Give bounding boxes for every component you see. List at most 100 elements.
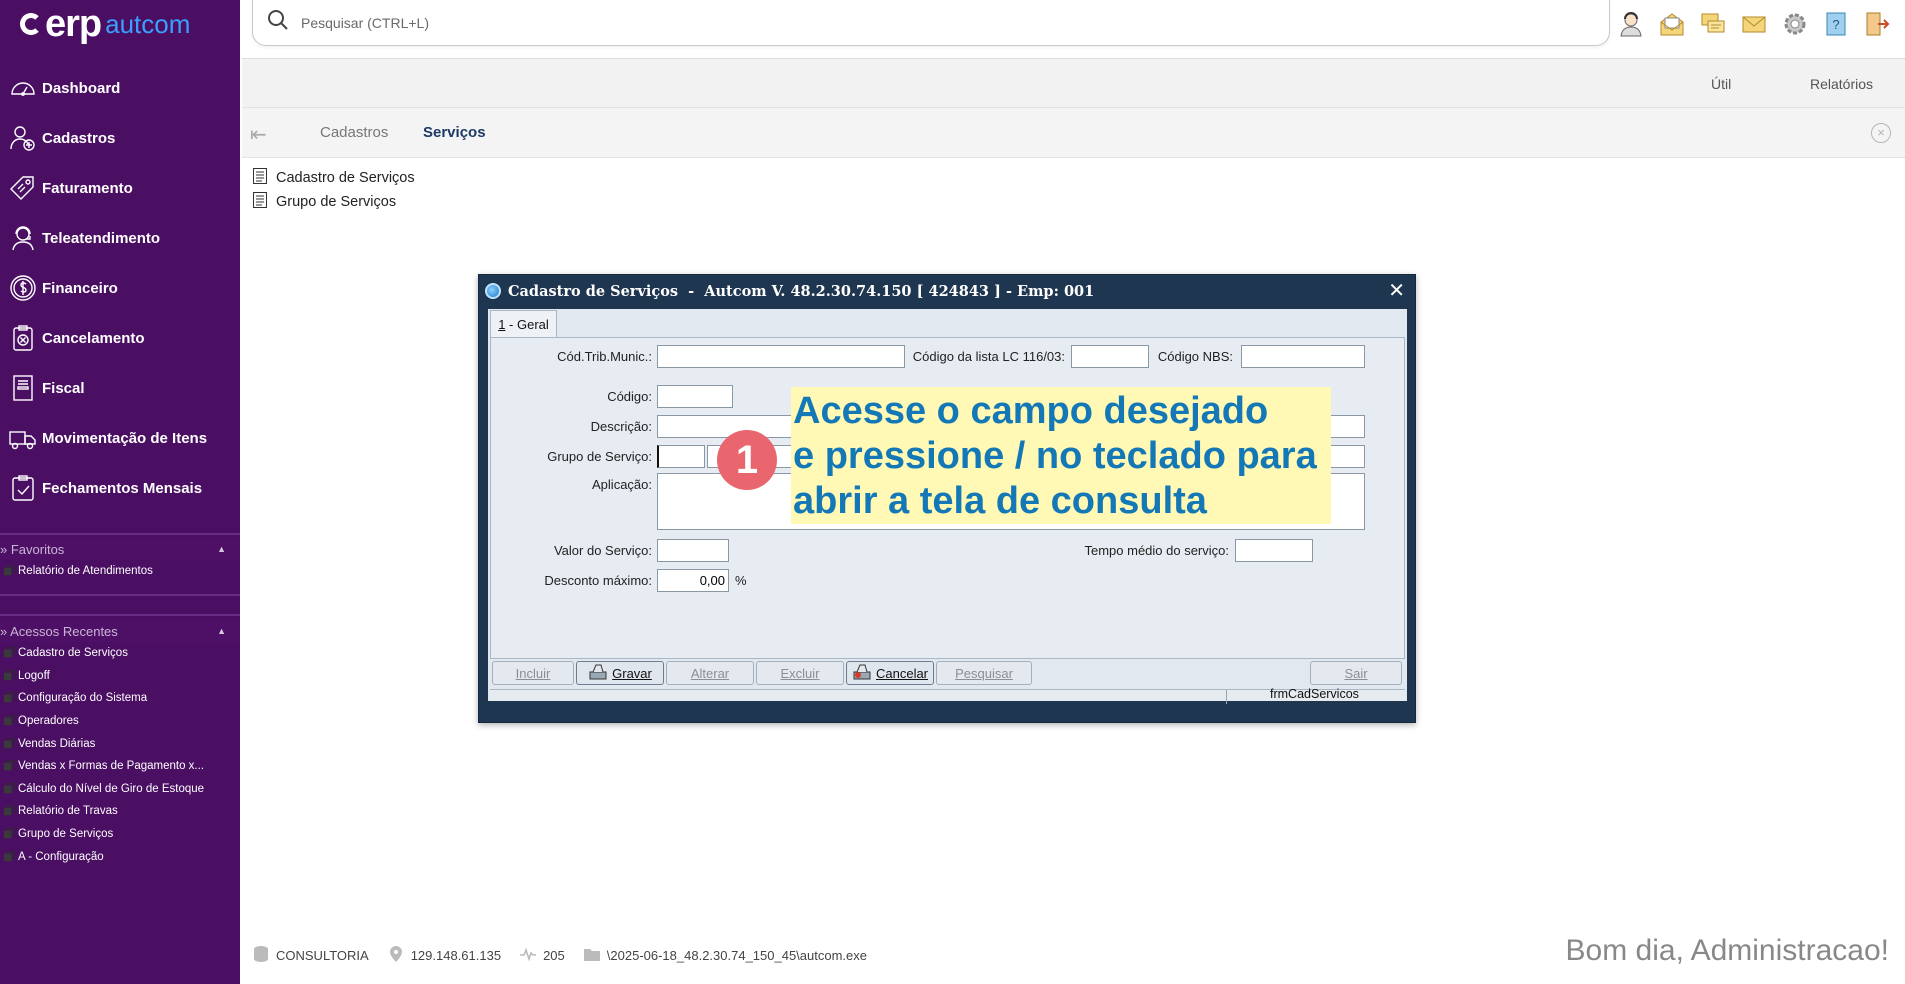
tab-geral[interactable]: 1 - Geral <box>490 310 557 337</box>
status-divider <box>1226 690 1227 704</box>
document-icon <box>8 373 38 403</box>
search-icon <box>267 9 289 36</box>
sidebar-item-teleatendimento[interactable]: Teleatendimento <box>0 213 240 263</box>
sidebar-divider <box>0 614 240 616</box>
cancelar-button[interactable]: Cancelar <box>846 661 934 685</box>
save-icon <box>588 663 612 684</box>
list-item[interactable]: Configuração do Sistema <box>0 687 240 710</box>
list-item[interactable]: Cálculo do Nível de Giro de Estoque <box>0 778 240 801</box>
descricao-label: Descrição: <box>590 419 652 434</box>
sidebar-item-label: Teleatendimento <box>42 229 161 247</box>
menu-util[interactable]: Útil <box>1711 76 1731 92</box>
list-item[interactable]: Logoff <box>0 665 240 688</box>
headset-icon <box>8 223 38 253</box>
button-label: Cancelar <box>875 665 929 681</box>
cod-trib-field[interactable] <box>657 345 905 368</box>
help-icon[interactable]: ? <box>1820 8 1852 40</box>
sidebar-item-label: Fiscal <box>42 379 85 397</box>
percent-label: % <box>735 573 747 588</box>
top-toolbar: ? <box>1615 8 1893 40</box>
menu-relatorios[interactable]: Relatórios <box>1810 76 1873 92</box>
mail-open-icon[interactable] <box>1656 8 1688 40</box>
list-item[interactable]: Grupo de Serviços <box>0 823 240 846</box>
list-item[interactable]: Operadores <box>0 710 240 733</box>
recent-list: Cadastro de Serviços Logoff Configuração d… <box>0 642 240 868</box>
envelope-icon[interactable] <box>1738 8 1770 40</box>
desconto-field[interactable] <box>657 569 729 592</box>
list-item[interactable]: Relatório de Travas <box>0 800 240 823</box>
back-arrow-icon[interactable]: ⇤ <box>250 122 267 147</box>
module-list: Cadastro de Serviços Grupo de Serviços <box>252 166 415 214</box>
list-item[interactable]: Grupo de Serviços <box>252 190 415 214</box>
document-icon <box>252 167 276 189</box>
nbs-field[interactable] <box>1241 345 1365 368</box>
list-item[interactable]: Vendas Diárias <box>0 732 240 755</box>
list-item-label: Cadastro de Serviços <box>18 647 128 660</box>
list-item[interactable]: Relatório de Atendimentos <box>0 560 240 583</box>
sair-button[interactable]: Sair <box>1310 661 1402 685</box>
recent-section: » Acessos Recentes ▲ Cadastro de Serviço… <box>0 620 240 868</box>
sidebar-item-movimentacao[interactable]: Movimentação de Itens <box>0 413 240 463</box>
sidebar-item-label: Movimentação de Itens <box>42 429 208 447</box>
dollar-icon <box>8 273 38 303</box>
incluir-button[interactable]: Incluir <box>492 661 574 685</box>
sidebar: erp autcom Dashboard Cadastros Faturamen… <box>0 0 240 984</box>
global-search-bar[interactable] <box>252 0 1610 46</box>
favorites-section: » Favoritos ▲ Relatório de Atendimentos <box>0 538 240 583</box>
sidebar-item-fiscal[interactable]: Fiscal <box>0 363 240 413</box>
alterar-button[interactable]: Alterar <box>666 661 754 685</box>
collapse-arrow-icon[interactable]: ▲ <box>217 544 226 554</box>
dialog-button-bar: Incluir Gravar Alterar Excluir Cancelar … <box>490 659 1405 687</box>
collapse-arrow-icon[interactable]: ▲ <box>217 626 226 636</box>
close-icon[interactable]: × <box>1871 123 1891 143</box>
excluir-button[interactable]: Excluir <box>756 661 844 685</box>
cancel-icon <box>852 663 876 684</box>
list-item[interactable]: Cadastro de Serviços <box>0 642 240 665</box>
settings-icon[interactable] <box>1779 8 1811 40</box>
erp-autcom-logo[interactable]: erp autcom <box>20 4 190 44</box>
favorites-header[interactable]: » Favoritos ▲ <box>0 538 240 560</box>
sidebar-item-label: Dashboard <box>42 79 121 97</box>
document-icon <box>252 191 276 213</box>
logo-mark-icon <box>20 13 42 35</box>
svg-text:?: ? <box>1832 17 1839 32</box>
list-item-label: Grupo de Serviços <box>18 828 114 841</box>
button-label: Sair <box>1344 665 1368 681</box>
codigo-field[interactable] <box>657 385 733 408</box>
operator-icon[interactable] <box>1615 8 1647 40</box>
list-item[interactable]: Vendas x Formas de Pagamento x... <box>0 755 240 778</box>
tempo-field[interactable] <box>1235 539 1313 562</box>
shortcut-icon <box>2 669 16 683</box>
search-input[interactable] <box>301 14 1201 31</box>
pesquisar-button[interactable]: Pesquisar <box>936 661 1032 685</box>
list-item[interactable]: A - Configuração <box>0 845 240 868</box>
button-label: Incluir <box>515 665 551 681</box>
list-item-label: A - Configuração <box>18 850 104 863</box>
sidebar-item-financeiro[interactable]: Financeiro <box>0 263 240 313</box>
list-item-label: Logoff <box>18 669 50 682</box>
gravar-button[interactable]: Gravar <box>576 661 664 685</box>
callout-line: abrir a tela de consulta <box>793 480 1207 522</box>
list-item[interactable]: Cadastro de Serviços <box>252 166 415 190</box>
sidebar-item-label: Financeiro <box>42 279 118 297</box>
valor-field[interactable] <box>657 539 729 562</box>
callout-text: Acesse o campo desejado e pressione / no… <box>793 389 1317 524</box>
dialog-titlebar[interactable]: Cadastro de Serviços - Autcom V. 48.2.30… <box>479 275 1415 307</box>
exit-icon[interactable] <box>1861 8 1893 40</box>
greeting-text: Bom dia, Administracao! <box>1565 934 1889 967</box>
lc116-field[interactable] <box>1071 345 1149 368</box>
grupo-code-field[interactable] <box>657 445 705 468</box>
status-ping-text: 205 <box>543 947 565 963</box>
sidebar-item-faturamento[interactable]: Faturamento <box>0 163 240 213</box>
sidebar-item-fechamentos[interactable]: Fechamentos Mensais <box>0 463 240 513</box>
recent-header[interactable]: » Acessos Recentes ▲ <box>0 620 240 642</box>
sidebar-item-cancelamento[interactable]: Cancelamento <box>0 313 240 363</box>
close-icon[interactable]: ✕ <box>1388 281 1405 301</box>
recent-title: » Acessos Recentes <box>0 623 118 639</box>
sidebar-item-cadastros[interactable]: Cadastros <box>0 113 240 163</box>
breadcrumb-cadastros[interactable]: Cadastros <box>320 124 388 141</box>
breadcrumb-servicos[interactable]: Serviços <box>423 124 486 141</box>
sidebar-item-dashboard[interactable]: Dashboard <box>0 63 240 113</box>
messages-icon[interactable] <box>1697 8 1729 40</box>
folder-icon <box>583 945 607 966</box>
